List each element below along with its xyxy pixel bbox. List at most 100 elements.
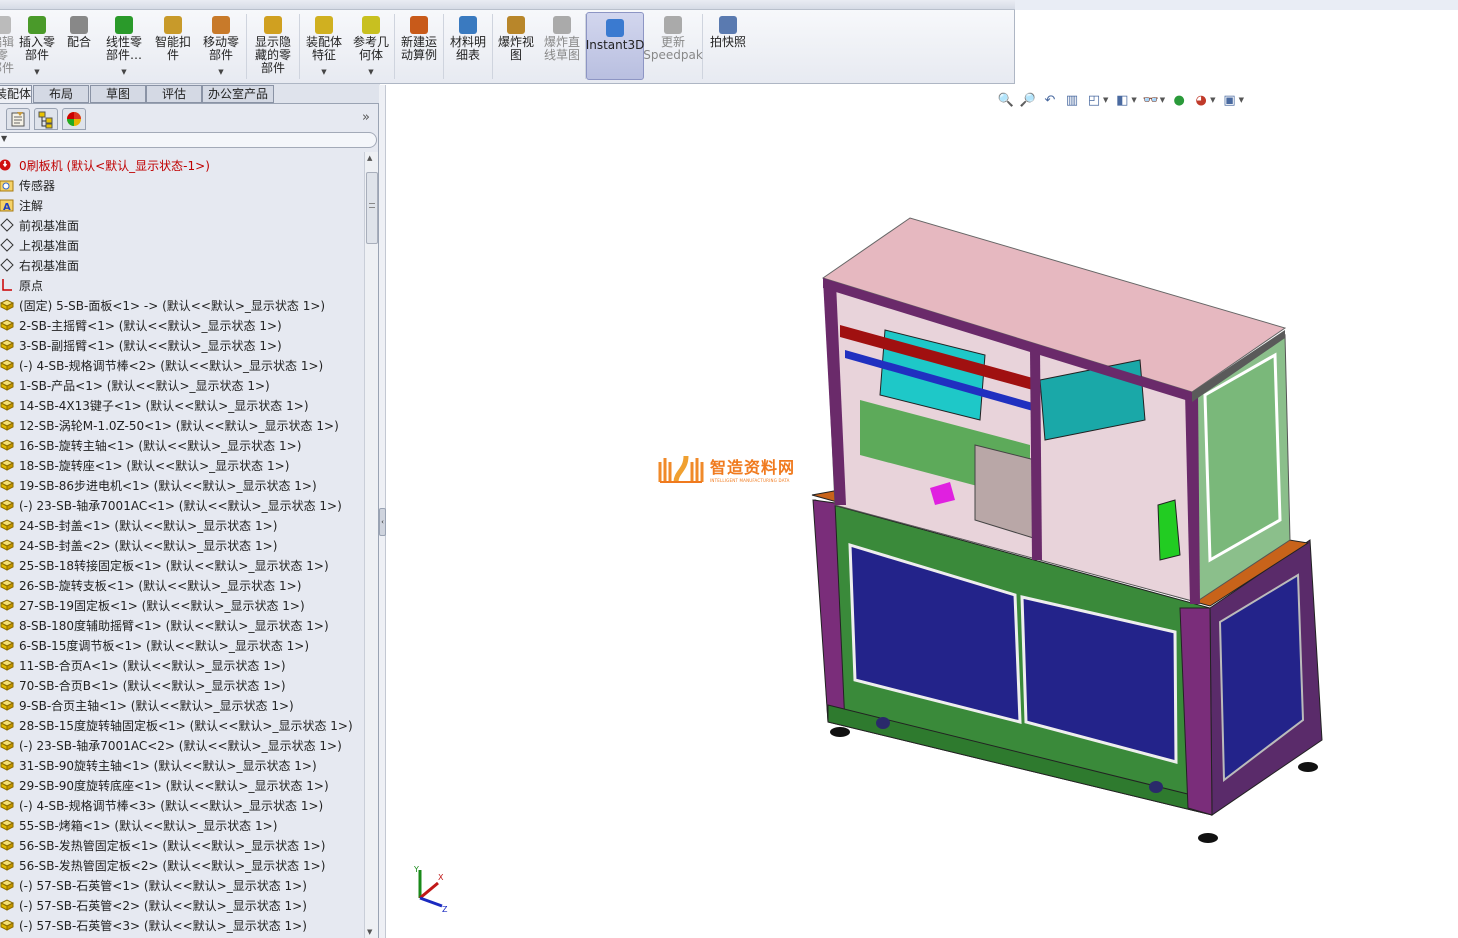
tree-item-label: 24-SB-封盖<2> (默认<<默认>_显示状态 1>): [19, 538, 278, 553]
coordinate-triad: Y X Z: [413, 865, 448, 914]
ribbon-button-3[interactable]: 线性零 部件… ▼: [98, 10, 150, 83]
tree-item[interactable]: 11-SB-合页A<1> (默认<<默认>_显示状态 1>): [0, 655, 286, 675]
tree-item[interactable]: 70-SB-合页B<1> (默认<<默认>_显示状态 1>): [0, 675, 286, 695]
ribbon-label: 编辑零 部件: [0, 35, 15, 75]
tree-item[interactable]: 传感器: [0, 175, 55, 195]
dropdown-arrow-icon[interactable]: ▼: [368, 66, 373, 79]
dropdown-arrow-icon[interactable]: ▼: [321, 66, 326, 79]
dropdown-arrow-icon[interactable]: ▼: [121, 66, 126, 79]
part-icon: [0, 338, 19, 352]
tree-item[interactable]: (-) 4-SB-规格调节棒<2> (默认<<默认>_显示状态 1>): [0, 355, 323, 375]
tab-3[interactable]: 评估: [146, 85, 202, 103]
tree-item[interactable]: 24-SB-封盖<1> (默认<<默认>_显示状态 1>): [0, 515, 277, 535]
tree-item[interactable]: 56-SB-发热管固定板<1> (默认<<默认>_显示状态 1>): [0, 835, 325, 855]
tree-item[interactable]: 31-SB-90旋转主轴<1> (默认<<默认>_显示状态 1>): [0, 755, 317, 775]
tree-item[interactable]: (-) 57-SB-石英管<2> (默认<<默认>_显示状态 1>): [0, 895, 307, 915]
tree-item[interactable]: 6-SB-15度调节板<1> (默认<<默认>_显示状态 1>): [0, 635, 309, 655]
tree-item[interactable]: 27-SB-19固定板<1> (默认<<默认>_显示状态 1>): [0, 595, 305, 615]
tab-2[interactable]: 草图: [90, 85, 146, 103]
tree-item[interactable]: 28-SB-15度旋转轴固定板<1> (默认<<默认>_显示状态 1>): [0, 715, 353, 735]
tree-item[interactable]: 19-SB-86步进电机<1> (默认<<默认>_显示状态 1>): [0, 475, 317, 495]
scrollbar-thumb[interactable]: [366, 172, 378, 244]
scroll-up-icon[interactable]: ▲: [367, 154, 372, 162]
assembly-model-view[interactable]: Y X Z: [386, 85, 1458, 938]
ribbon-button-0[interactable]: 编辑零 部件: [0, 10, 14, 83]
tree-item[interactable]: 25-SB-18转接固定板<1> (默认<<默认>_显示状态 1>): [0, 555, 329, 575]
tree-item[interactable]: 56-SB-发热管固定板<2> (默认<<默认>_显示状态 1>): [0, 855, 325, 875]
panel-expand-button[interactable]: »: [362, 110, 370, 125]
tree-item[interactable]: A 注解: [0, 195, 43, 215]
tree-item[interactable]: 右视基准面: [0, 255, 79, 275]
ribbon-button-1[interactable]: 插入零 部件 ▼: [14, 10, 60, 83]
origin-icon: [0, 278, 19, 292]
tree-item[interactable]: 12-SB-涡轮M-1.0Z-50<1> (默认<<默认>_显示状态 1>): [0, 415, 339, 435]
collapse-panel-handle[interactable]: ‹: [379, 508, 386, 536]
tree-item[interactable]: (-) 57-SB-石英管<1> (默认<<默认>_显示状态 1>): [0, 875, 307, 895]
tab-4[interactable]: 办公室产品: [202, 85, 274, 103]
tree-item[interactable]: 55-SB-烤箱<1> (默认<<默认>_显示状态 1>): [0, 815, 277, 835]
command-manager-tabs: 装配体 布局 草图 评估 办公室产品: [0, 84, 380, 104]
tree-item-label: 27-SB-19固定板<1> (默认<<默认>_显示状态 1>): [19, 598, 305, 613]
tree-item[interactable]: 原点: [0, 275, 43, 295]
scroll-down-icon[interactable]: ▼: [367, 928, 372, 936]
ribbon-button-11[interactable]: 爆炸视 图: [493, 10, 539, 83]
tree-item[interactable]: 26-SB-旋转支板<1> (默认<<默认>_显示状态 1>): [0, 575, 301, 595]
ribbon-button-5[interactable]: 移动零 部件 ▼: [196, 10, 246, 83]
ribbon-button-15[interactable]: 拍快照: [703, 10, 753, 83]
tree-item[interactable]: 8-SB-180度辅助摇臂<1> (默认<<默认>_显示状态 1>): [0, 615, 329, 635]
ribbon-label: 插入零 部件: [18, 35, 55, 62]
tree-item-label: 8-SB-180度辅助摇臂<1> (默认<<默认>_显示状态 1>): [19, 618, 329, 633]
ribbon-button-6[interactable]: 显示隐 藏的零 部件: [247, 10, 299, 83]
ribbon-button-10[interactable]: 材料明 细表: [444, 10, 492, 83]
tree-item[interactable]: 29-SB-90度旋转底座<1> (默认<<默认>_显示状态 1>): [0, 775, 329, 795]
tree-item[interactable]: 18-SB-旋转座<1> (默认<<默认>_显示状态 1>): [0, 455, 289, 475]
tab-0[interactable]: 装配体: [0, 85, 32, 103]
part-icon: [0, 658, 19, 672]
plane-icon: [0, 258, 19, 272]
ribbon-button-7[interactable]: 装配体 特征 ▼: [300, 10, 348, 83]
ribbon-label: 移动零 部件: [202, 35, 239, 62]
tree-item[interactable]: 3-SB-副摇臂<1> (默认<<默认>_显示状态 1>): [0, 335, 282, 355]
ribbon-icon: [164, 16, 182, 34]
panel-splitter[interactable]: ‹: [379, 85, 386, 938]
tree-item[interactable]: 16-SB-旋转主轴<1> (默认<<默认>_显示状态 1>): [0, 435, 301, 455]
tree-item[interactable]: 9-SB-合页主轴<1> (默认<<默认>_显示状态 1>): [0, 695, 294, 715]
ribbon-icon: [115, 16, 133, 34]
tree-item[interactable]: 1-SB-产品<1> (默认<<默认>_显示状态 1>): [0, 375, 270, 395]
triad-z-label: Z: [442, 905, 448, 914]
tree-item[interactable]: 24-SB-封盖<2> (默认<<默认>_显示状态 1>): [0, 535, 277, 555]
ribbon-button-14[interactable]: 更新 Speedpak: [643, 10, 703, 83]
ribbon-button-9[interactable]: 新建运 动算例: [395, 10, 443, 83]
tree-item[interactable]: (-) 23-SB-轴承7001AC<1> (默认<<默认>_显示状态 1>): [0, 495, 342, 515]
tree-item[interactable]: (-) 23-SB-轴承7001AC<2> (默认<<默认>_显示状态 1>): [0, 735, 342, 755]
tab-1[interactable]: 布局: [33, 85, 89, 103]
dropdown-arrow-icon[interactable]: ▼: [218, 66, 223, 79]
ribbon-button-13[interactable]: Instant3D: [586, 12, 644, 80]
tree-item[interactable]: (-) 57-SB-石英管<3> (默认<<默认>_显示状态 1>): [0, 915, 307, 934]
tree-item-label: 24-SB-封盖<1> (默认<<默认>_显示状态 1>): [19, 518, 278, 533]
quick-access-toolbar: [0, 0, 1015, 10]
property-manager-icon[interactable]: [6, 108, 30, 130]
plane-icon: [0, 218, 19, 232]
ribbon-label: Instant3D: [585, 38, 645, 52]
tree-filter-bar[interactable]: ▼: [0, 132, 377, 148]
display-manager-icon[interactable]: [62, 108, 86, 130]
tree-item[interactable]: (固定) 5-SB-面板<1> -> (默认<<默认>_显示状态 1>): [0, 295, 325, 315]
tree-item[interactable]: 前视基准面: [0, 215, 79, 235]
ribbon-button-2[interactable]: 配合: [60, 10, 98, 83]
dropdown-arrow-icon[interactable]: ▼: [34, 66, 39, 79]
tree-item[interactable]: 上视基准面: [0, 235, 79, 255]
tree-item[interactable]: 14-SB-4X13键子<1> (默认<<默认>_显示状态 1>): [0, 395, 309, 415]
foot: [830, 727, 850, 737]
tree-item[interactable]: (-) 4-SB-规格调节棒<3> (默认<<默认>_显示状态 1>): [0, 795, 323, 815]
tree-item-label: 25-SB-18转接固定板<1> (默认<<默认>_显示状态 1>): [19, 558, 329, 573]
tree-root-assembly[interactable]: 0刷板机 (默认<默认_显示状态-1>): [0, 155, 210, 175]
part-icon: [0, 818, 19, 832]
tree-item[interactable]: 2-SB-主摇臂<1> (默认<<默认>_显示状态 1>): [0, 315, 282, 335]
filter-dropdown-icon[interactable]: ▼: [1, 134, 7, 143]
ribbon-button-4[interactable]: 智能扣 件: [150, 10, 196, 83]
ribbon-button-12[interactable]: 爆炸直 线草图: [539, 10, 585, 83]
configuration-manager-icon[interactable]: [34, 108, 58, 130]
ribbon-button-8[interactable]: 参考几 何体 ▼: [348, 10, 394, 83]
tree-scrollbar[interactable]: ▲ ▼: [364, 152, 378, 938]
